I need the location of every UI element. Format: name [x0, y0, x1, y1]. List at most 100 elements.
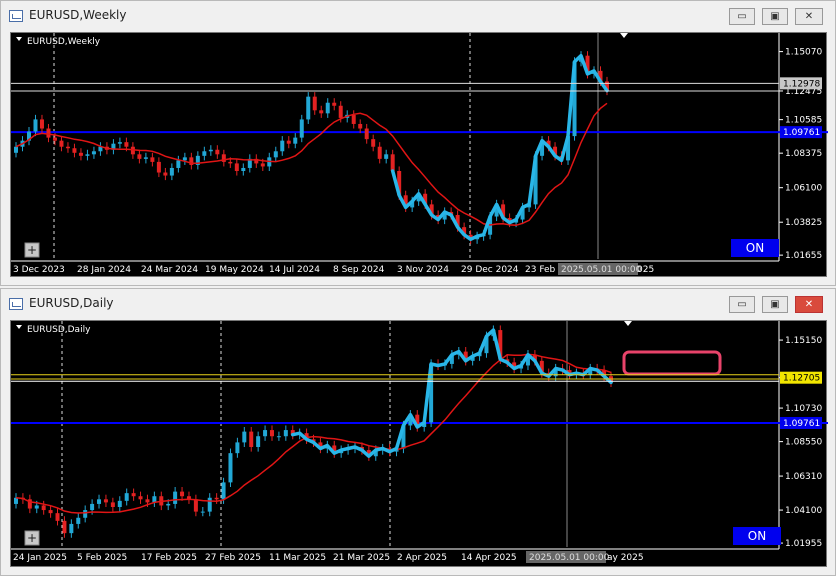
minimize-button[interactable]: ▭ [729, 296, 755, 313]
close-button[interactable]: ✕ [795, 296, 823, 313]
candle-body [124, 142, 129, 147]
candle-body [46, 128, 51, 138]
symbol-dropdown-icon[interactable] [16, 37, 22, 41]
maximize-button[interactable]: ▣ [762, 296, 788, 313]
candle-body [169, 167, 174, 176]
time-tick-label: 025 [637, 265, 654, 275]
price-tick-label: 1.03825 [785, 218, 822, 228]
candle-body [83, 510, 88, 518]
candle-body [117, 500, 122, 507]
candle-body [371, 139, 376, 147]
candle-body [256, 436, 261, 447]
time-tick-label: 29 Dec 2024 [461, 265, 519, 275]
minimize-button[interactable]: ▭ [729, 8, 755, 25]
time-tick-label: 3 Nov 2024 [397, 265, 449, 275]
shift-marker-icon[interactable] [620, 33, 628, 38]
candle-body [14, 146, 18, 153]
shift-marker-icon[interactable] [624, 321, 632, 326]
candle-body [249, 431, 254, 447]
price-tick-label: 1.01655 [785, 251, 822, 261]
time-tick-label: 28 Jan 2024 [77, 265, 131, 275]
candle-body [145, 499, 150, 503]
candle-body [358, 123, 363, 129]
candle-body [76, 517, 81, 524]
candle-body [176, 160, 181, 168]
time-tick-label: ay 2025 [607, 553, 644, 563]
price-tick-label: 1.06100 [785, 184, 822, 194]
price-tick-label: 1.08375 [785, 149, 822, 159]
candle-body [72, 148, 77, 153]
candle-body [33, 119, 38, 132]
candle-body [269, 430, 274, 437]
weekly-chart-area[interactable]: EURUSD,Weekly 1.15070 1.12475 1.10585 1.0837… [10, 32, 828, 278]
daily-chart-area[interactable]: EURUSD,Daily 1.15150 1.12705 1.10730 1.08550… [10, 320, 828, 568]
candle-body [150, 157, 155, 162]
candle-body [377, 146, 382, 159]
chart-window-icon [9, 298, 23, 310]
candle-body [202, 151, 207, 156]
symbol-dropdown-icon[interactable] [16, 325, 22, 329]
candle-body [338, 105, 343, 118]
candle-body [312, 96, 317, 111]
weekly-chart-svg[interactable]: EURUSD,Weekly1.150701.124751.105851.0837… [11, 33, 828, 278]
candle-body [48, 510, 53, 514]
candle-body [299, 119, 304, 138]
candle-body [90, 503, 95, 511]
title-bar[interactable]: EURUSD,Weekly ▭ ▣ ✕ [1, 1, 835, 31]
upper-price-tag: 1.12978 [783, 79, 820, 89]
candle-body [78, 152, 83, 156]
candle-body [263, 430, 268, 437]
candle-body [52, 137, 57, 141]
price-tick-label: 1.10585 [785, 116, 822, 126]
symbol-label: EURUSD,Weekly [27, 37, 101, 47]
candle-body [117, 142, 122, 144]
moving-average-line [15, 353, 612, 514]
price-tick-label: 1.15150 [785, 336, 822, 346]
window-title: EURUSD,Daily [29, 296, 114, 310]
time-tick-label: 5 Feb 2025 [77, 553, 127, 563]
price-tick-label: 1.04100 [785, 506, 822, 516]
candle-body [325, 102, 330, 114]
candle-body [69, 523, 74, 534]
daily-chart-window[interactable]: EURUSD,Daily ▭ ▣ ✕ EURUSD,Daily 1.15150 1.… [0, 288, 836, 576]
candle-body [163, 172, 168, 176]
candle-body [41, 505, 46, 511]
plus-icon: + [27, 243, 37, 257]
highlight-rectangle[interactable] [622, 350, 722, 376]
time-tick-label: 21 Mar 2025 [333, 553, 390, 563]
candle-body [97, 499, 102, 504]
daily-chart-svg[interactable]: EURUSD,Daily 1.15150 1.12705 1.10730 1.08550… [11, 321, 828, 568]
candle-body [137, 154, 142, 159]
candle-body [351, 114, 356, 124]
trend-drawing-line[interactable] [290, 328, 613, 458]
time-tick-label: 27 Feb 2025 [205, 553, 261, 563]
candle-body [390, 154, 395, 171]
time-tick-label: 14 Jul 2024 [269, 265, 320, 275]
candle-body [208, 149, 213, 152]
maximize-button[interactable]: ▣ [762, 8, 788, 25]
time-tick-label: 17 Feb 2025 [141, 553, 197, 563]
time-tick-label: 14 Apr 2025 [461, 553, 517, 563]
candle-body [283, 430, 288, 437]
close-button[interactable]: ✕ [795, 8, 823, 25]
candle-body [34, 505, 39, 509]
candle-body [215, 149, 220, 155]
price-tick-label: 1.10730 [785, 404, 822, 414]
symbol-label: EURUSD,Daily [27, 325, 91, 335]
candle-body [180, 491, 185, 497]
chart-window-icon [9, 10, 23, 22]
candle-body [234, 163, 239, 171]
weekly-chart-window[interactable]: EURUSD,Weekly ▭ ▣ ✕ EURUSD,Weekly 1.15070… [0, 0, 836, 286]
candle-body [173, 491, 178, 504]
candle-body [156, 161, 161, 173]
time-tick-label: 19 May 2024 [205, 265, 264, 275]
crosshair-time-label: 2025.05.01 00:00 [529, 553, 610, 563]
on-button-label: ON [748, 529, 766, 543]
candle-body [280, 140, 285, 152]
title-bar[interactable]: EURUSD,Daily ▭ ▣ ✕ [1, 289, 835, 319]
candle-body [293, 137, 298, 144]
candle-body [166, 503, 171, 506]
candle-body [143, 157, 148, 159]
window-title: EURUSD,Weekly [29, 8, 127, 22]
time-tick-label: 24 Jan 2025 [13, 553, 67, 563]
